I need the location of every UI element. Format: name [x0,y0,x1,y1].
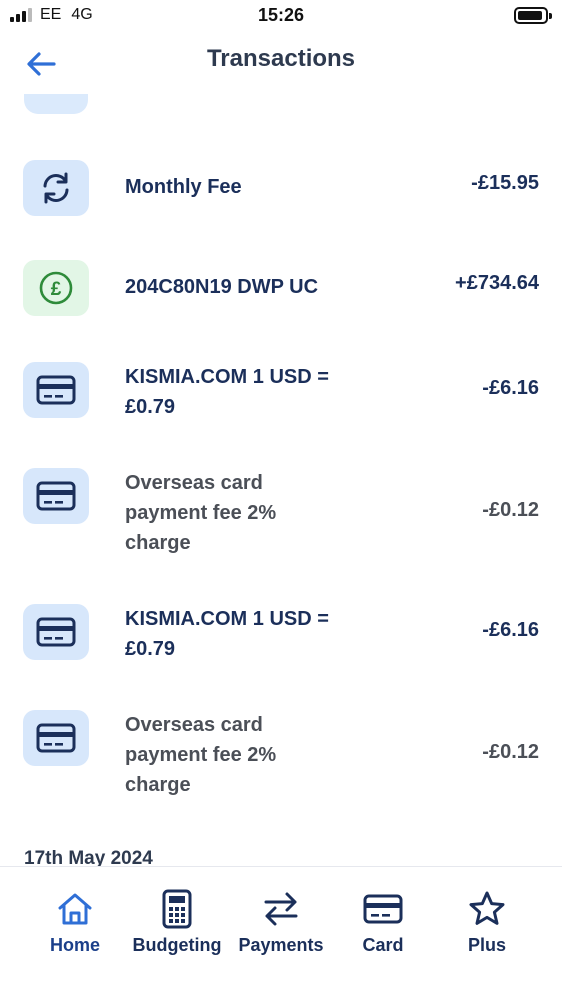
transaction-row[interactable]: Monthly Fee -£15.95 [0,158,562,218]
transfer-arrows-icon [226,887,336,931]
status-time: 15:26 [257,5,305,25]
battery-icon [514,7,552,24]
transaction-row[interactable]: Overseas card payment fee 2% charge -£0.… [0,708,562,800]
transaction-row[interactable]: KISMIA.COM 1 USD = £0.79 -£6.16 [0,360,562,424]
bottom-tab-bar: Home Budgeting Payments Card Plus [0,866,562,1000]
transaction-description: Monthly Fee [125,176,242,198]
transaction-description: 204C80N19 DWP UC [125,276,319,298]
refresh-icon [23,160,89,216]
transaction-description: KISMIA.COM 1 USD = £0.79 [125,608,329,660]
card-icon [328,887,438,931]
calculator-icon [122,887,232,931]
transaction-description: Overseas card payment fee 2% charge [125,472,277,554]
tab-card[interactable]: Card [328,887,438,967]
card-icon [23,604,89,660]
transaction-row[interactable]: Overseas card payment fee 2% charge -£0.… [0,466,562,558]
tab-home[interactable]: Home [20,887,130,967]
tab-budgeting[interactable]: Budgeting [122,887,232,967]
home-icon [20,887,130,931]
transaction-amount: +£734.64 [455,272,539,294]
tab-label: Card [362,935,404,955]
star-icon [432,887,542,931]
page-title: Transactions [206,45,356,72]
status-bar: EE 4G 15:26 [0,0,562,32]
tab-label: Budgeting [132,935,222,955]
tab-plus[interactable]: Plus [432,887,542,967]
transaction-amount: -£0.12 [482,741,539,763]
card-icon [23,468,89,524]
tab-label: Home [49,935,100,955]
transaction-description: Overseas card payment fee 2% charge [125,714,277,796]
tab-label: Payments [238,935,324,955]
transaction-amount: -£15.95 [471,172,539,194]
transaction-row[interactable]: £ 204C80N19 DWP UC +£734.64 [0,258,562,318]
pound-icon: £ [23,260,89,316]
card-icon [23,362,89,418]
tab-payments[interactable]: Payments [226,887,336,967]
transaction-amount: -£6.16 [482,377,539,399]
tab-label: Plus [467,935,506,955]
transaction-amount: -£6.16 [482,619,539,641]
transaction-description: KISMIA.COM 1 USD = £0.79 [125,366,329,418]
date-section-header: 17th May 2024 [24,848,153,868]
partial-transaction-icon [24,94,88,114]
card-icon [23,710,89,766]
transaction-row[interactable]: KISMIA.COM 1 USD = £0.79 -£6.16 [0,602,562,666]
svg-text:£: £ [51,279,62,300]
page-header: Transactions [0,32,562,92]
transaction-amount: -£0.12 [482,499,539,521]
